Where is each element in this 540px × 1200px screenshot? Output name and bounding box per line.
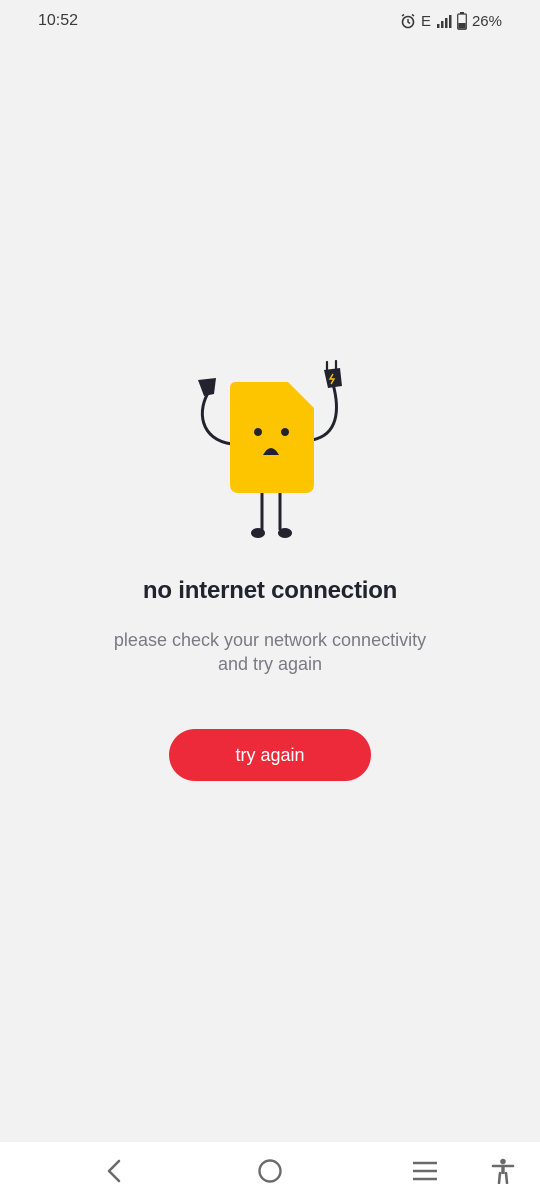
sim-card-body bbox=[230, 382, 314, 493]
home-icon bbox=[258, 1159, 282, 1183]
home-button[interactable] bbox=[253, 1154, 287, 1188]
alarm-icon bbox=[401, 13, 415, 29]
error-message-line-2: and try again bbox=[217, 654, 323, 674]
error-message-line-1: please check your network connectivity bbox=[113, 630, 427, 650]
status-icons: E 26% bbox=[400, 12, 502, 30]
try-again-button[interactable]: try again bbox=[169, 729, 371, 781]
accessibility-icon bbox=[491, 1158, 515, 1184]
network-type: E bbox=[420, 12, 431, 30]
right-eye bbox=[281, 428, 289, 436]
left-plug bbox=[198, 378, 216, 396]
left-arm bbox=[200, 388, 234, 446]
status-bar: 10:52 E 26% bbox=[0, 0, 540, 44]
signal-icon bbox=[436, 15, 452, 28]
left-eye bbox=[254, 428, 262, 436]
battery-icon bbox=[457, 12, 467, 30]
status-time: 10:52 bbox=[38, 12, 79, 29]
back-icon bbox=[107, 1159, 121, 1183]
disconnected-sim-illustration bbox=[198, 359, 342, 538]
navigation-bar bbox=[0, 1142, 540, 1200]
recents-icon bbox=[413, 1161, 437, 1181]
right-arm bbox=[310, 382, 338, 442]
battery-percent: 26% bbox=[471, 12, 502, 30]
left-foot bbox=[251, 528, 265, 538]
accessibility-button[interactable] bbox=[486, 1154, 520, 1188]
error-message: please check your network connectivity a… bbox=[70, 628, 470, 676]
error-title: no internet connection bbox=[142, 577, 398, 604]
recents-button[interactable] bbox=[408, 1154, 442, 1188]
back-button[interactable] bbox=[97, 1154, 131, 1188]
right-foot bbox=[278, 528, 292, 538]
